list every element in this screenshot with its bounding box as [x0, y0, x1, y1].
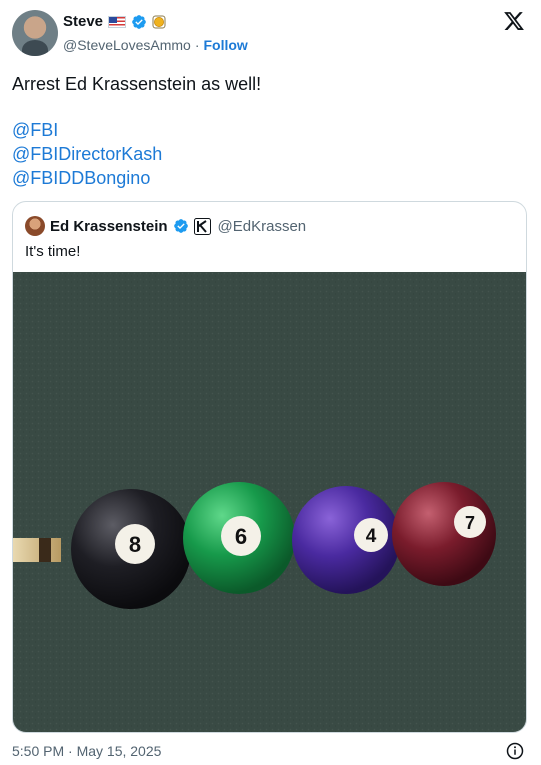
author-name[interactable]: Steve	[63, 13, 103, 30]
quoted-author-name[interactable]: Ed Krassenstein	[50, 218, 168, 235]
x-logo-icon[interactable]	[503, 10, 525, 32]
svg-text:6: 6	[235, 524, 247, 549]
svg-text:4: 4	[366, 526, 377, 547]
author-handle-row: @SteveLovesAmmo · Follow	[63, 37, 248, 53]
mention-fbidd-bongino[interactable]: @FBIDDBongino	[12, 166, 162, 190]
handle-separator: ·	[194, 37, 200, 53]
quoted-author-handle[interactable]: @EdKrassen	[218, 218, 307, 235]
billiard-ball-7: 7	[392, 482, 496, 586]
billiard-ball-8: 8	[71, 489, 191, 609]
quoted-header: Ed Krassenstein @EdKrassen	[25, 216, 306, 236]
quoted-photo[interactable]: 8 6 4 7	[13, 272, 527, 733]
verified-badge-icon[interactable]	[173, 218, 189, 234]
billiard-ball-6: 6	[183, 482, 295, 594]
author-handle[interactable]: @SteveLovesAmmo	[63, 37, 191, 53]
avatar[interactable]	[12, 10, 58, 56]
affiliate-logo-icon	[193, 217, 211, 235]
tweet-timestamp[interactable]: 5:50 PM · May 15, 2025	[12, 743, 161, 759]
quoted-avatar[interactable]	[25, 216, 45, 236]
author-name-row: Steve	[63, 13, 166, 30]
gold-badge-icon	[152, 15, 166, 28]
verified-badge-icon[interactable]	[131, 14, 147, 30]
mention-fbi[interactable]: @FBI	[12, 118, 162, 142]
follow-button[interactable]: Follow	[204, 37, 248, 53]
mention-fbi-director-kash[interactable]: @FBIDirectorKash	[12, 142, 162, 166]
mention-list: @FBI @FBIDirectorKash @FBIDDBongino	[12, 118, 162, 190]
quoted-tweet-card[interactable]: Ed Krassenstein @EdKrassen It's time! 8 …	[12, 201, 527, 733]
svg-text:7: 7	[465, 513, 475, 533]
billiard-ball-4: 4	[292, 486, 400, 594]
tweet-text: Arrest Ed Krassenstein as well!	[12, 74, 262, 94]
us-flag-icon	[108, 15, 127, 28]
svg-text:8: 8	[129, 532, 141, 557]
quoted-tweet-text: It's time!	[25, 243, 81, 260]
info-icon[interactable]	[506, 742, 524, 760]
